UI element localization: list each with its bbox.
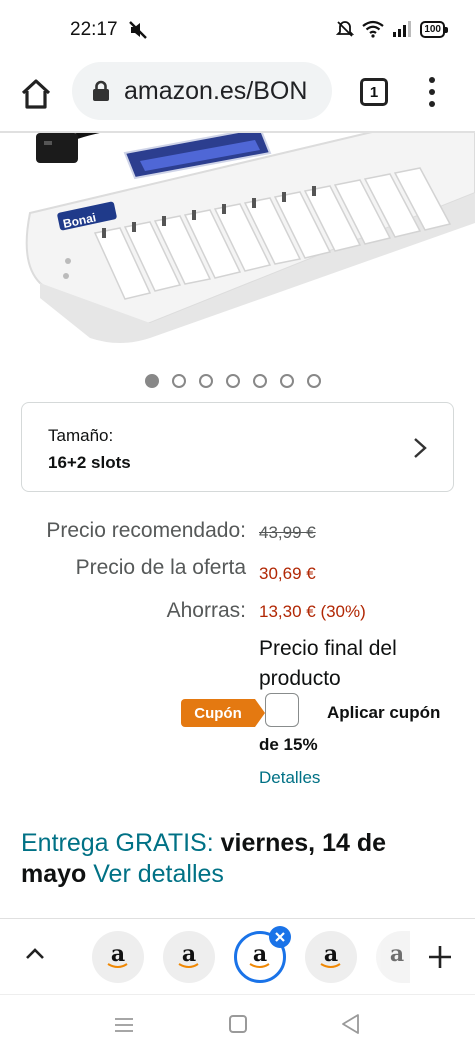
coupon-badge: Cupón [181,699,265,727]
size-label: Tamaño: [48,426,114,445]
signal-icon [393,21,412,37]
tab-thumbnail[interactable]: a [163,931,215,983]
coupon-checkbox[interactable] [265,693,299,727]
deal-price-label: Precio de la oferta [75,556,246,579]
tab-thumbnail[interactable]: a [305,931,357,983]
carousel-dot[interactable] [172,374,186,388]
image-carousel-dots [145,374,321,388]
size-value: 16+2 slots [48,453,131,472]
carousel-dot[interactable] [280,374,294,388]
amazon-logo-icon: a [389,941,405,967]
recent-apps-icon[interactable] [114,1017,134,1033]
tab-switcher-button[interactable]: 1 [360,78,388,106]
lock-icon [93,80,109,101]
amazon-smile-icon [107,963,128,968]
back-nav-icon[interactable] [340,1013,360,1035]
amazon-smile-icon [178,963,199,968]
chevron-right-icon [414,438,427,458]
tab-strip: a a a a a [0,918,475,994]
delivery-info: Entrega GRATIS: viernes, 14 de mayo Ver … [21,828,441,890]
home-nav-icon[interactable] [229,1015,247,1033]
status-bar: 22:17 100 [0,0,475,60]
url-bar[interactable]: amazon.es/BON [72,62,332,120]
delivery-prefix: Entrega GRATIS: [21,829,214,857]
carousel-dot[interactable] [199,374,213,388]
deal-price-value: 30,69 € [259,564,316,583]
list-price-label: Precio recomendado: [46,519,246,542]
amazon-smile-icon [320,963,341,968]
chevron-up-icon[interactable] [24,945,46,961]
delivery-details-link[interactable]: Ver detalles [93,860,224,888]
url-text: amazon.es/BON [124,76,308,105]
carousel-dot[interactable] [226,374,240,388]
final-price-note: Precio final del producto [259,637,397,690]
system-nav-bar [0,994,475,1056]
tab-thumbnail[interactable]: a [376,931,410,983]
battery-charger-illustration: Bonai [25,133,475,343]
status-icons: 100 [336,20,448,38]
size-selector[interactable]: Tamaño: 16+2 slots [21,402,454,492]
coupon-details-link[interactable]: Detalles [259,768,320,788]
savings-value: 13,30 € (30%) [259,602,366,621]
new-tab-icon[interactable] [426,943,454,971]
battery-icon: 100 [420,20,448,38]
savings-label: Ahorras: [166,599,246,622]
deal-price-row: Precio de la oferta 30,69 € [0,556,475,586]
alarm-off-icon [336,21,355,37]
amazon-smile-icon [249,963,270,968]
list-price-value: 43,99 € [259,523,316,542]
tab-thumbnail[interactable]: a [92,931,144,983]
product-image[interactable]: Bonai [0,133,475,353]
savings-row: Ahorras: 13,30 € (30%) [0,599,475,629]
close-tab-icon[interactable] [269,926,291,948]
apply-coupon-text[interactable]: Aplicar cupón [327,703,440,723]
mute-icon [129,21,147,39]
status-time: 22:17 [70,19,118,40]
coupon-discount-text[interactable]: de 15% [259,735,318,755]
browser-toolbar: amazon.es/BON 1 [0,60,475,132]
carousel-dot[interactable] [145,374,159,388]
home-icon[interactable] [18,76,54,112]
overflow-menu-icon[interactable] [424,74,440,110]
wifi-icon [362,20,384,38]
list-price-row: Precio recomendado: 43,99 € [0,519,475,549]
carousel-dot[interactable] [253,374,267,388]
tab-thumbnail-active[interactable]: a [234,926,291,983]
carousel-dot[interactable] [307,374,321,388]
